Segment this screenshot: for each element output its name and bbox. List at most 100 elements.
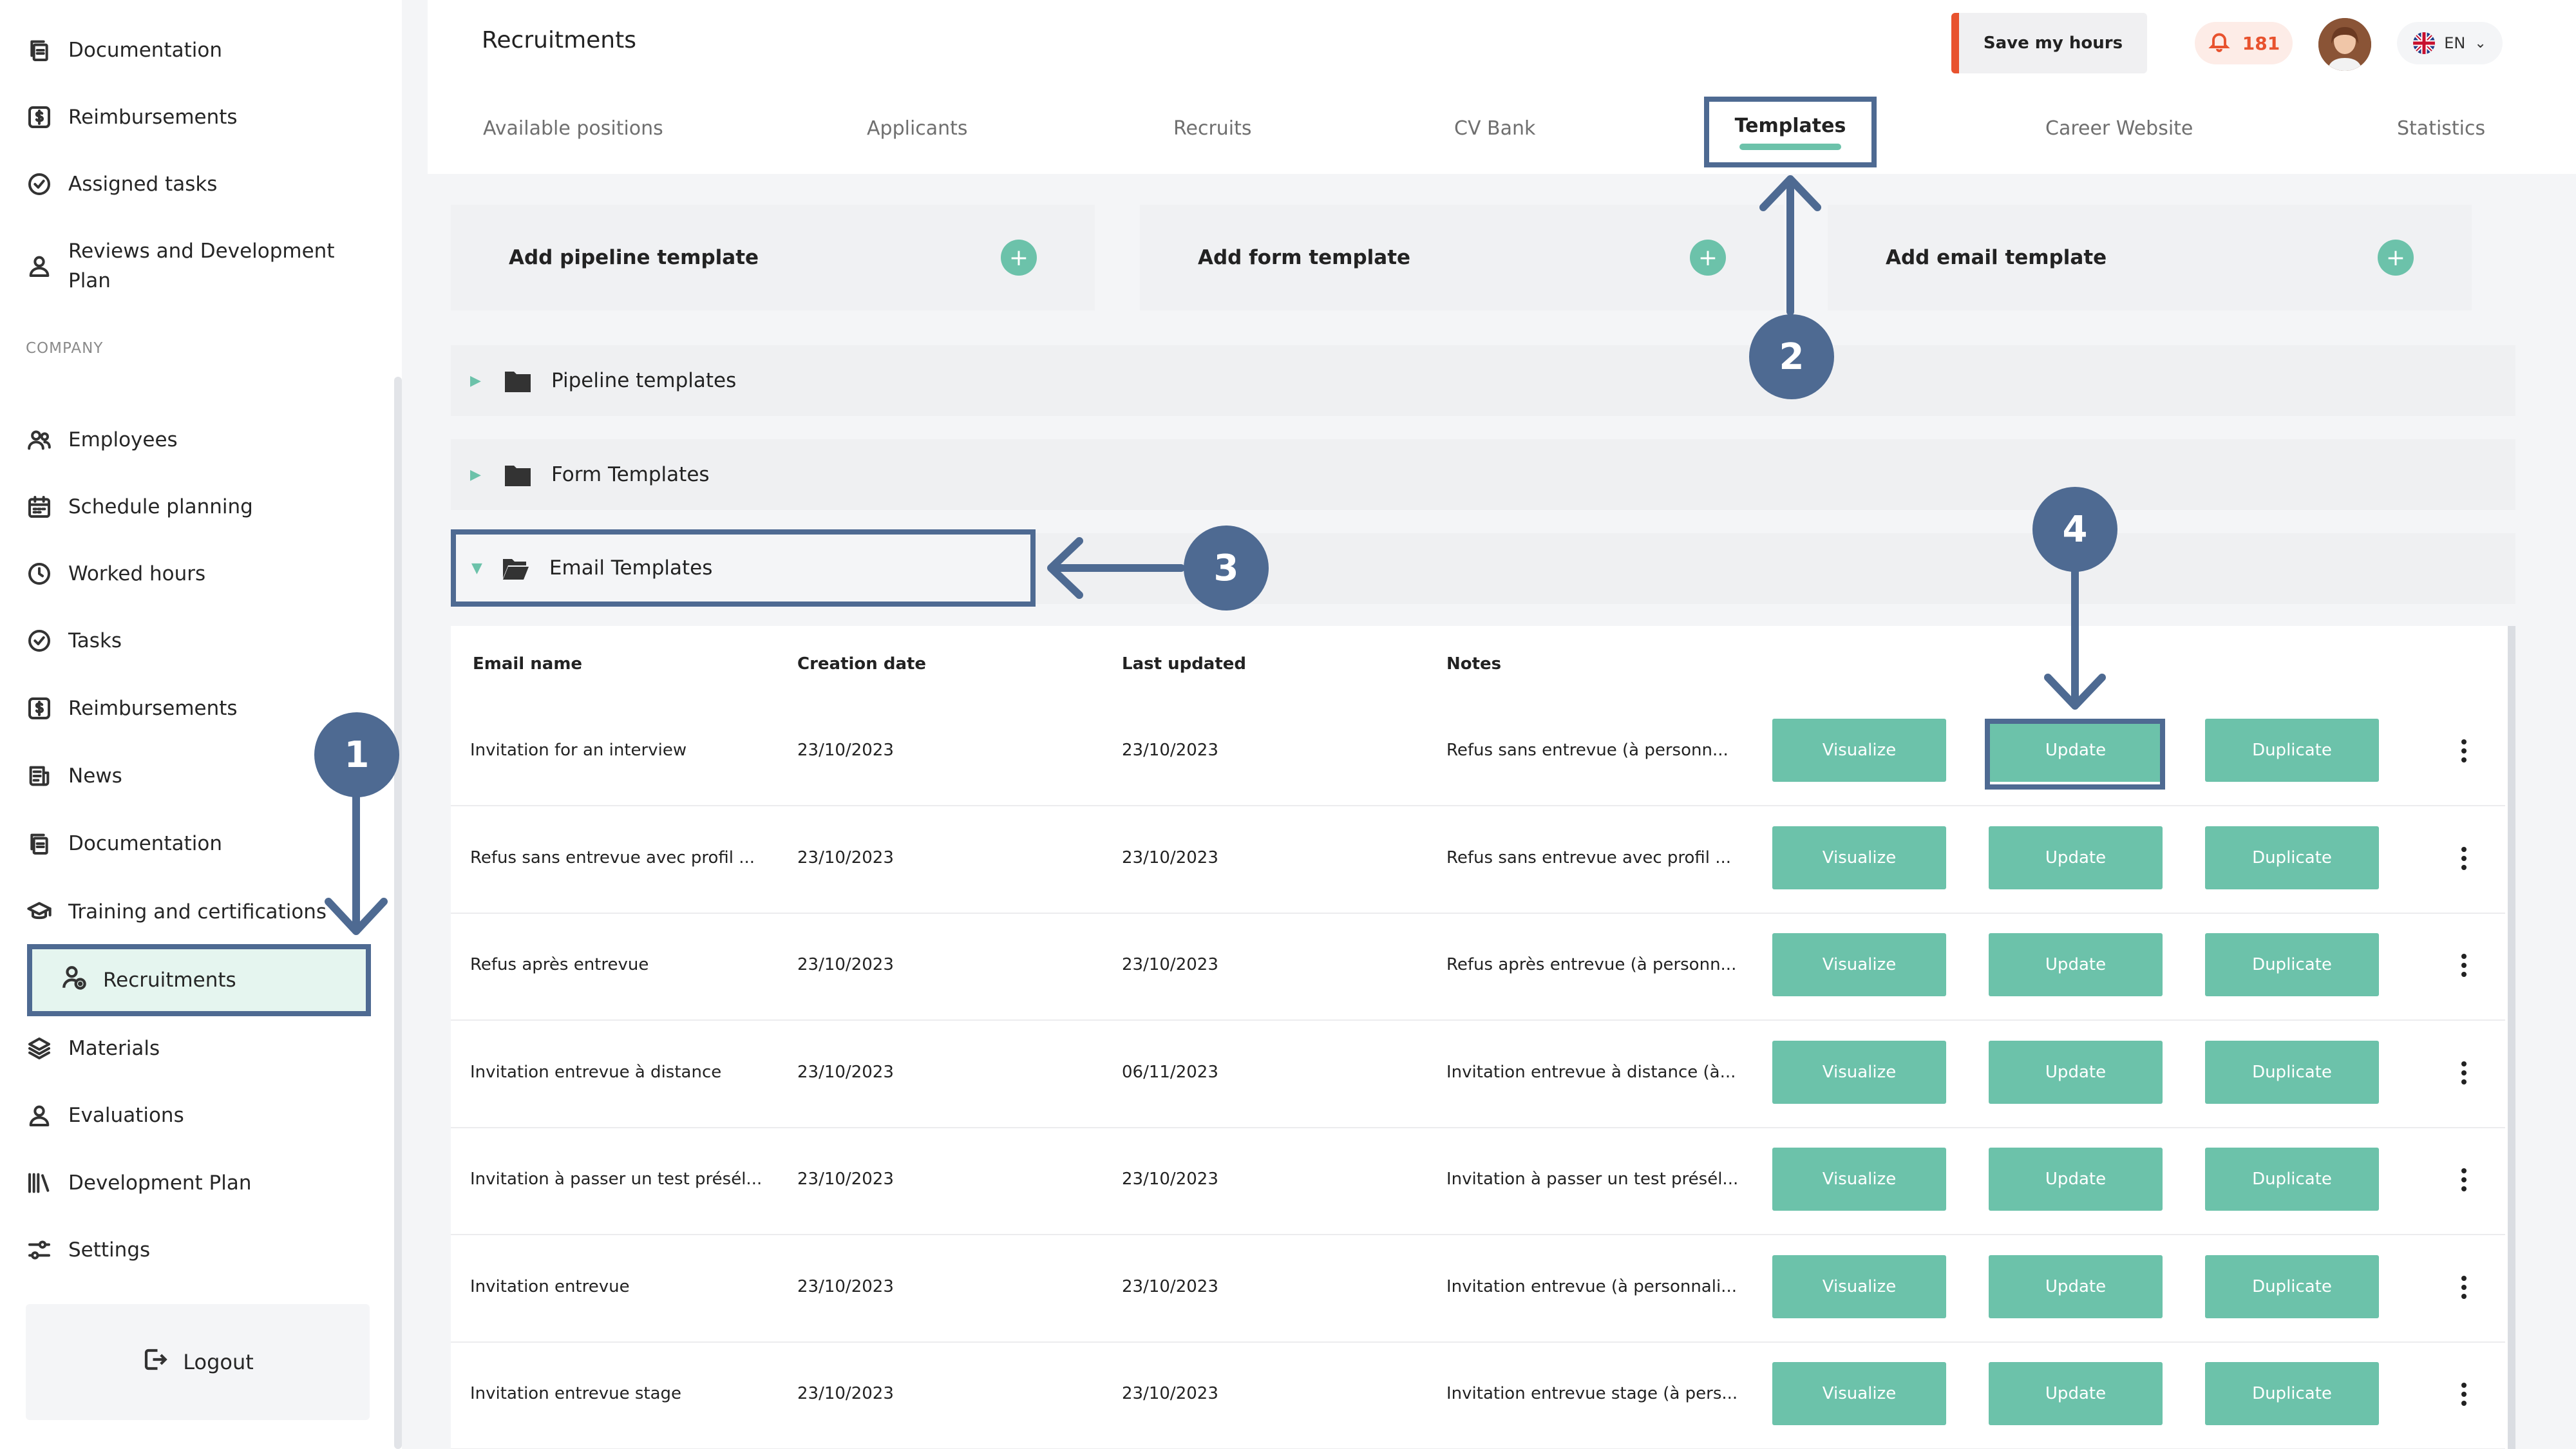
notifications-button[interactable]: 181 (2195, 22, 2293, 64)
cell-last-updated: 23/10/2023 (1122, 955, 1218, 974)
cell-last-updated: 23/10/2023 (1122, 1170, 1218, 1189)
tab-available-positions[interactable]: Available positions (483, 117, 663, 140)
sidebar-item-label: Reimbursements (68, 106, 238, 129)
tab-templates[interactable]: Templates (1704, 97, 1877, 167)
sidebar-item-documentation[interactable]: Documentation (26, 24, 222, 76)
more-options-icon[interactable] (2458, 945, 2470, 986)
folder-icon (505, 372, 531, 392)
visualize-button[interactable]: Visualize (1772, 719, 1946, 782)
sidebar-item-reimbursements-company[interactable]: Reimbursements (26, 683, 238, 734)
folder-pipeline-templates[interactable]: ▶ Pipeline templates (451, 345, 2515, 416)
visualize-button[interactable]: Visualize (1772, 826, 1946, 889)
bars-icon (26, 1170, 53, 1197)
sidebar-item-schedule-planning[interactable]: Schedule planning (26, 481, 253, 533)
logout-button[interactable]: Logout (26, 1304, 370, 1420)
update-button[interactable]: Update (1989, 933, 2163, 996)
update-button[interactable]: Update (1989, 1362, 2163, 1425)
cell-email-name: Invitation entrevue (470, 1276, 630, 1296)
more-options-icon[interactable] (2458, 1052, 2470, 1094)
add-form-template-card[interactable]: Add form template + (1140, 205, 1784, 310)
sidebar-item-label: Materials (68, 1037, 160, 1060)
dollar-icon (26, 695, 53, 722)
update-button[interactable]: Update (1989, 1255, 2163, 1318)
sidebar-item-label: Documentation (68, 39, 222, 62)
cell-creation-date: 23/10/2023 (797, 1276, 894, 1296)
cell-last-updated: 06/11/2023 (1122, 1062, 1218, 1082)
caret-down-icon: ▼ (471, 560, 482, 576)
sidebar-item-label: News (68, 764, 122, 788)
more-options-icon[interactable] (2458, 730, 2470, 772)
tab-templates-label: Templates (1734, 114, 1846, 137)
update-button[interactable]: Update (1989, 1040, 2163, 1104)
cell-creation-date: 23/10/2023 (797, 848, 894, 867)
table-scrollbar[interactable] (2508, 626, 2515, 1449)
plus-icon[interactable]: + (1690, 240, 1726, 276)
tab-recruits[interactable]: Recruits (1173, 117, 1252, 140)
sidebar-item-documentation-company[interactable]: Documentation (26, 818, 222, 869)
active-tab-indicator (1739, 143, 1841, 150)
save-my-hours-button[interactable]: Save my hours (1951, 13, 2147, 73)
language-selector[interactable]: EN ⌄ (2397, 22, 2503, 64)
sidebar-item-label: Assigned tasks (68, 173, 218, 196)
duplicate-button[interactable]: Duplicate (2205, 826, 2379, 889)
check-circle-icon (26, 171, 53, 198)
cell-creation-date: 23/10/2023 (797, 955, 894, 974)
sidebar-item-materials[interactable]: Materials (26, 1023, 160, 1074)
more-options-icon[interactable] (2458, 1374, 2470, 1415)
sidebar-item-assigned-tasks[interactable]: Assigned tasks (26, 158, 217, 210)
sidebar-item-settings[interactable]: Settings (26, 1224, 150, 1276)
visualize-button[interactable]: Visualize (1772, 1148, 1946, 1211)
folder-icon (505, 466, 531, 486)
visualize-button[interactable]: Visualize (1772, 1040, 1946, 1104)
tab-statistics[interactable]: Statistics (2397, 117, 2485, 140)
more-options-icon[interactable] (2458, 1159, 2470, 1200)
duplicate-button[interactable]: Duplicate (2205, 719, 2379, 782)
update-button[interactable]: Update (1989, 826, 2163, 889)
update-button-highlight (1985, 719, 2165, 790)
tab-applicants[interactable]: Applicants (867, 117, 968, 140)
sidebar-item-label: Evaluations (68, 1104, 184, 1127)
column-header-creation-date: Creation date (797, 654, 927, 674)
annotation-badge-4: 4 (2032, 487, 2117, 572)
cell-last-updated: 23/10/2023 (1122, 848, 1218, 867)
cell-email-name: Invitation entrevue à distance (470, 1062, 722, 1082)
tab-cv-bank[interactable]: CV Bank (1454, 117, 1535, 140)
sidebar-item-evaluations[interactable]: Evaluations (26, 1090, 184, 1141)
column-header-last-updated: Last updated (1122, 654, 1247, 674)
folder-form-templates[interactable]: ▶ Form Templates (451, 439, 2515, 510)
duplicate-button[interactable]: Duplicate (2205, 1148, 2379, 1211)
sidebar-scrollbar[interactable] (394, 377, 402, 1449)
plus-icon[interactable]: + (1001, 240, 1037, 276)
tab-career-website[interactable]: Career Website (2045, 117, 2193, 140)
folder-label: Email Templates (549, 556, 713, 580)
sidebar-item-development-plan[interactable]: Development Plan (26, 1157, 252, 1209)
table-row: Refus après entrevue 23/10/2023 23/10/2023… (451, 914, 2505, 1021)
cell-creation-date: 23/10/2023 (797, 1062, 894, 1082)
sidebar-item-label: Tasks (68, 629, 122, 652)
sidebar-item-tasks[interactable]: Tasks (26, 615, 122, 667)
notification-count: 181 (2242, 32, 2280, 54)
add-pipeline-template-card[interactable]: Add pipeline template + (451, 205, 1095, 310)
duplicate-button[interactable]: Duplicate (2205, 1362, 2379, 1425)
sidebar-item-reviews[interactable]: Reviews and Development Plan (26, 231, 358, 301)
visualize-button[interactable]: Visualize (1772, 933, 1946, 996)
more-options-icon[interactable] (2458, 838, 2470, 879)
avatar[interactable] (2318, 18, 2371, 71)
visualize-button[interactable]: Visualize (1772, 1255, 1946, 1318)
sidebar-item-recruitments[interactable]: Recruitments (27, 944, 371, 1016)
duplicate-button[interactable]: Duplicate (2205, 1040, 2379, 1104)
add-email-template-card[interactable]: Add email template + (1828, 205, 2472, 310)
plus-icon[interactable]: + (2378, 240, 2414, 276)
sidebar-item-employees[interactable]: Employees (26, 414, 178, 466)
more-options-icon[interactable] (2458, 1267, 2470, 1308)
duplicate-button[interactable]: Duplicate (2205, 933, 2379, 996)
calendar-icon (26, 493, 53, 520)
visualize-button[interactable]: Visualize (1772, 1362, 1946, 1425)
sidebar-item-worked-hours[interactable]: Worked hours (26, 548, 205, 600)
sidebar-item-reimbursements[interactable]: Reimbursements (26, 91, 238, 143)
sidebar-item-news[interactable]: News (26, 750, 122, 802)
update-button[interactable]: Update (1989, 1148, 2163, 1211)
sidebar-item-training[interactable]: Training and certifications (26, 886, 327, 938)
duplicate-button[interactable]: Duplicate (2205, 1255, 2379, 1318)
folder-email-templates[interactable]: ▼ Email Templates (451, 529, 1036, 607)
